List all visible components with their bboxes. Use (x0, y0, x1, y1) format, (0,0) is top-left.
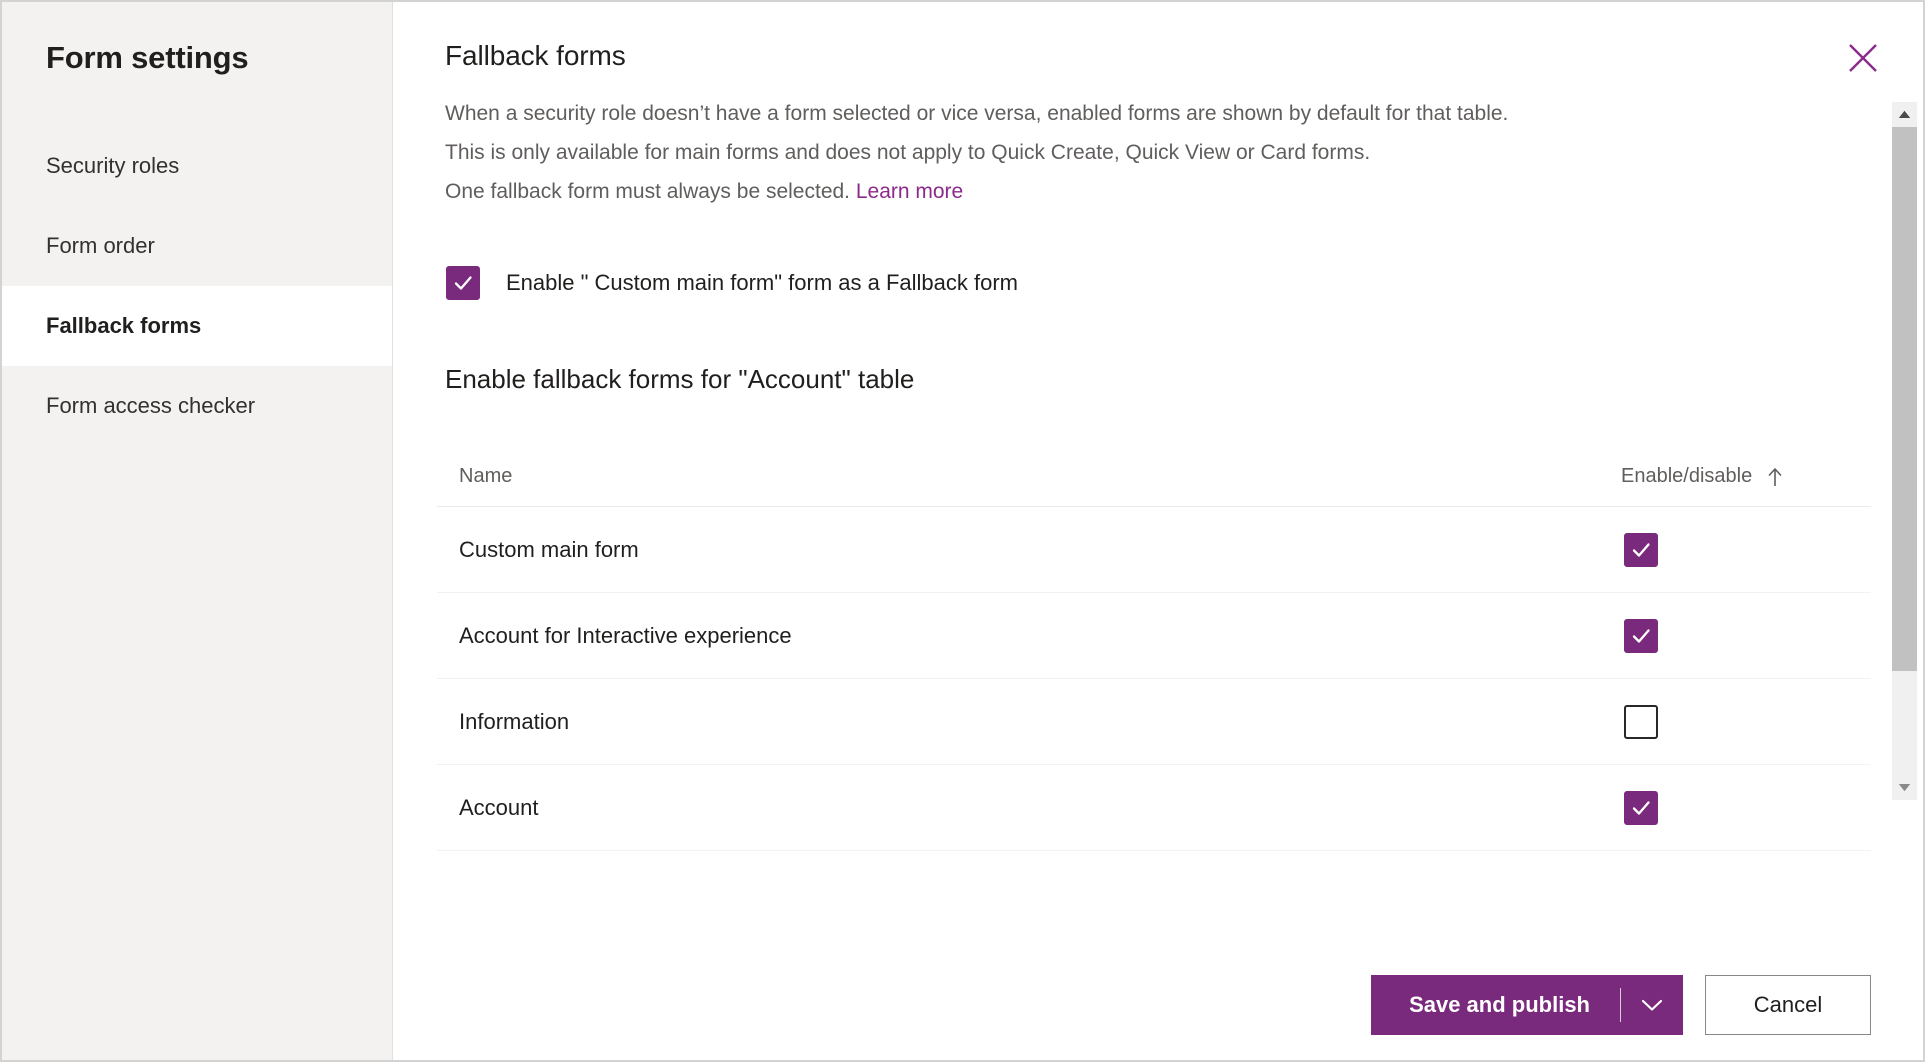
enable-fallback-form-label: Enable " Custom main form" form as a Fal… (506, 270, 1018, 296)
content-scroll-region: Fallback forms When a security role does… (393, 2, 1923, 950)
sidebar-item-security-roles[interactable]: Security roles (2, 126, 392, 206)
sidebar-title: Form settings (2, 40, 392, 76)
save-and-publish-split-button[interactable]: Save and publish (1371, 975, 1683, 1035)
description-line-3: One fallback form must always be selecte… (445, 172, 1853, 211)
enable-fallback-form-checkbox[interactable] (446, 266, 480, 300)
sidebar-item-form-access-checker[interactable]: Form access checker (2, 366, 392, 446)
form-settings-dialog: Form settings Security roles Form order … (0, 0, 1925, 1062)
description-line-3-text: One fallback form must always be selecte… (445, 180, 856, 203)
row-enable-cell (1621, 705, 1871, 739)
table-header-row: Name Enable/disable (437, 447, 1871, 507)
learn-more-link[interactable]: Learn more (856, 180, 963, 203)
row-enable-checkbox[interactable] (1624, 705, 1658, 739)
row-enable-cell (1621, 619, 1871, 653)
row-enable-checkbox[interactable] (1624, 791, 1658, 825)
save-and-publish-button[interactable]: Save and publish (1371, 992, 1620, 1018)
column-header-name[interactable]: Name (437, 465, 1621, 488)
description-line-1: When a security role doesn’t have a form… (445, 94, 1853, 133)
cancel-button[interactable]: Cancel (1705, 975, 1871, 1035)
table-row[interactable]: Custom main form (437, 507, 1871, 593)
sidebar-item-label: Form access checker (46, 393, 255, 419)
close-icon[interactable] (1841, 36, 1885, 80)
row-enable-cell (1621, 533, 1871, 567)
row-name: Custom main form (437, 537, 1621, 563)
sidebar-item-form-order[interactable]: Form order (2, 206, 392, 286)
sidebar-item-label: Security roles (46, 153, 179, 179)
sidebar-item-label: Form order (46, 233, 155, 259)
row-enable-checkbox[interactable] (1624, 619, 1658, 653)
sidebar-item-fallback-forms[interactable]: Fallback forms (2, 286, 392, 366)
panel-description: When a security role doesn’t have a form… (393, 94, 1923, 211)
column-header-enable-disable[interactable]: Enable/disable (1621, 465, 1871, 488)
row-name: Information (437, 709, 1621, 735)
page-title: Fallback forms (393, 40, 1923, 72)
dialog-footer: Save and publish Cancel (393, 950, 1923, 1060)
scroll-up-arrow-icon[interactable] (1892, 102, 1917, 127)
fallback-forms-table: Name Enable/disable Custom main form (437, 447, 1871, 851)
scroll-down-arrow-icon[interactable] (1892, 775, 1917, 800)
description-line-2: This is only available for main forms an… (445, 133, 1853, 172)
row-enable-checkbox[interactable] (1624, 533, 1658, 567)
row-enable-cell (1621, 791, 1871, 825)
scrollbar-thumb[interactable] (1892, 127, 1917, 671)
sidebar: Form settings Security roles Form order … (2, 2, 393, 1060)
enable-fallback-form-checkbox-row[interactable]: Enable " Custom main form" form as a Fal… (393, 266, 1018, 300)
row-name: Account (437, 795, 1621, 821)
table-row[interactable]: Information (437, 679, 1871, 765)
save-split-divider (1620, 988, 1621, 1022)
column-header-enable-disable-label: Enable/disable (1621, 465, 1752, 488)
scrollbar-track[interactable] (1892, 127, 1917, 775)
arrow-up-icon (1766, 466, 1784, 488)
main-panel: Fallback forms When a security role does… (393, 2, 1923, 1060)
section-heading: Enable fallback forms for "Account" tabl… (393, 364, 1923, 395)
vertical-scrollbar[interactable] (1892, 102, 1917, 800)
row-name: Account for Interactive experience (437, 623, 1621, 649)
table-row[interactable]: Account (437, 765, 1871, 851)
table-row[interactable]: Account for Interactive experience (437, 593, 1871, 679)
chevron-down-icon[interactable] (1621, 975, 1683, 1035)
sidebar-item-label: Fallback forms (46, 313, 201, 339)
